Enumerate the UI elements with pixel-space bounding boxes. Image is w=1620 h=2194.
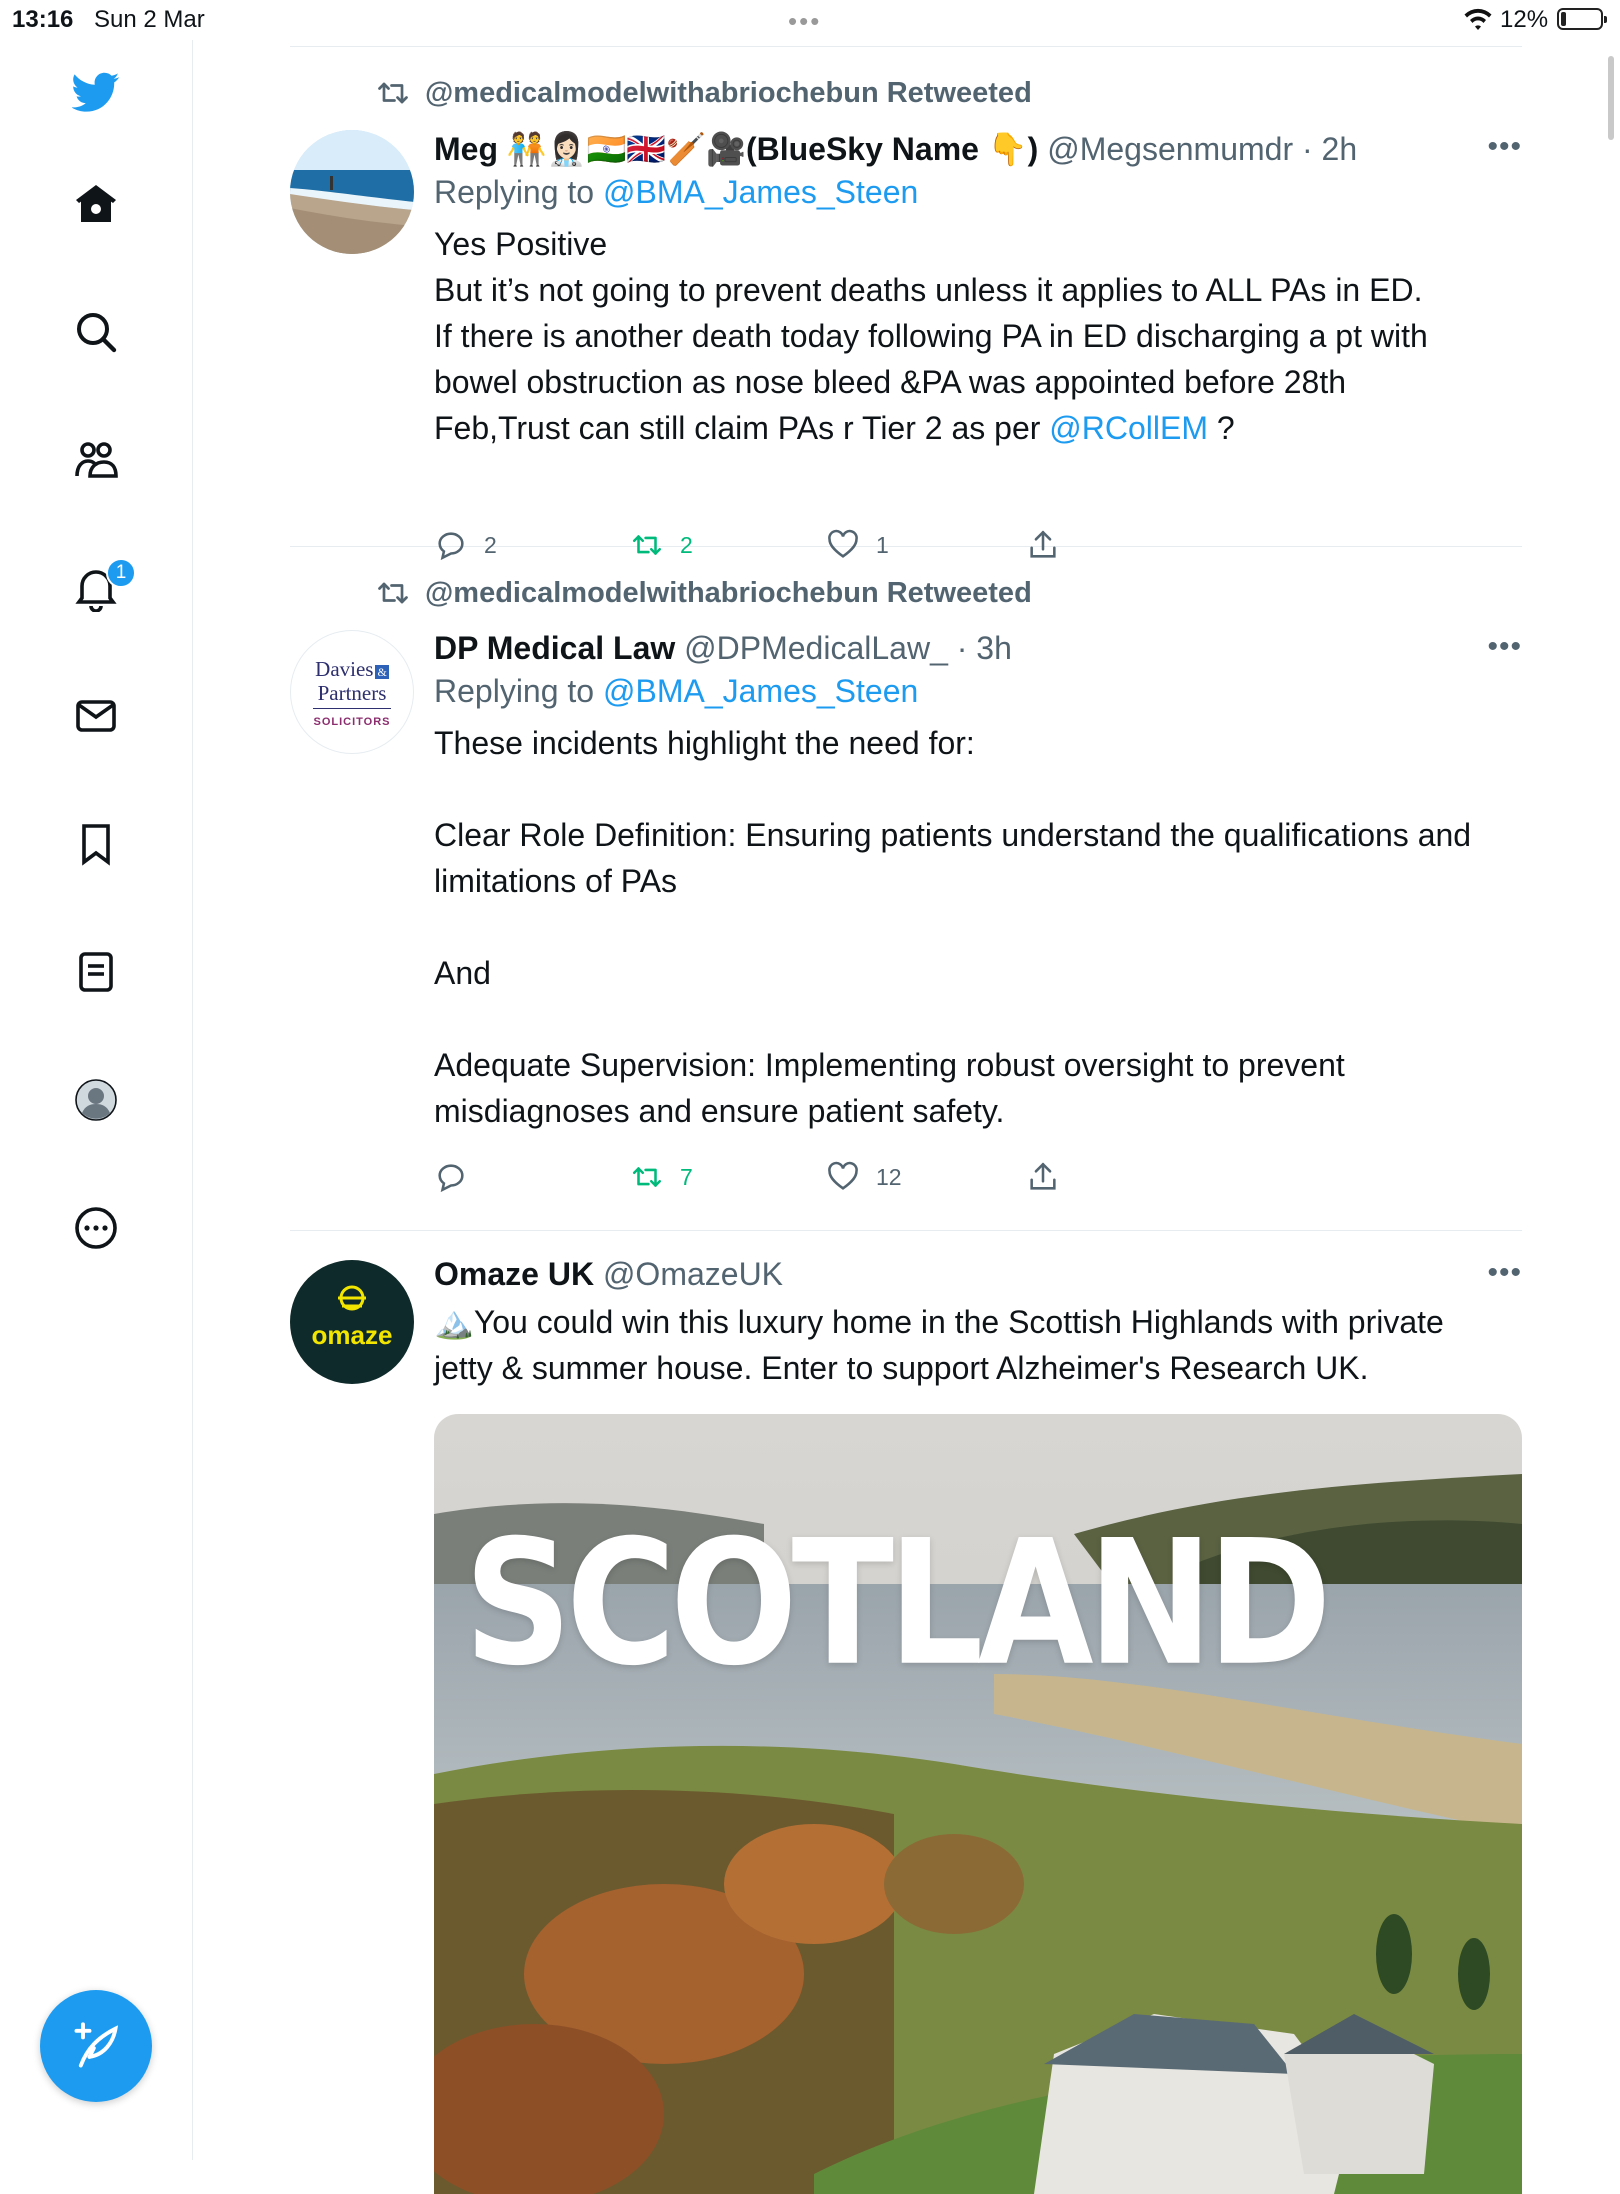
tweet-paragraph: Adequate Supervision: Implementing robus…: [434, 1047, 1345, 1129]
tweet-text: Yes Positive But it’s not going to preve…: [434, 221, 1522, 451]
retweeted-by-label[interactable]: @medicalmodelwithabriochebun Retweeted: [425, 577, 1032, 610]
user-avatar[interactable]: [290, 130, 414, 254]
replying-to: Replying to @BMA_James_Steen: [434, 673, 1522, 710]
tweet-text-line: Feb,Trust can still claim PAs r Tier 2 a…: [434, 410, 1050, 446]
replying-to-prefix: Replying to: [434, 174, 603, 210]
like-count: 12: [876, 1163, 902, 1190]
status-bar: 13:16 Sun 2 Mar ••• 12%: [0, 0, 1620, 40]
tweet-paragraph: Clear Role Definition: Ensuring patients…: [434, 817, 1472, 899]
author-handle-time[interactable]: @DPMedicalLaw_ · 3h: [684, 630, 1012, 666]
feed-divider: [290, 1230, 1522, 1231]
retweeted-by-label[interactable]: @medicalmodelwithabriochebun Retweeted: [425, 77, 1032, 110]
tweet-text-line: But it’s not going to prevent deaths unl…: [434, 272, 1423, 308]
retweet-context: @medicalmodelwithabriochebun Retweeted: [375, 76, 1032, 110]
author-name[interactable]: Meg 🧑‍🤝‍🧑👩🏻‍⚕️🇮🇳🇬🇧🏏🎥(BlueSky Name 👇): [434, 131, 1038, 167]
user-avatar[interactable]: Davies & Partners SOLICITORS: [290, 630, 414, 754]
more-options-icon[interactable]: [64, 1196, 128, 1260]
share-button[interactable]: [1026, 1160, 1060, 1194]
avatar-logo-text: Davies & Partners SOLICITORS: [291, 659, 413, 733]
status-time: 13:16: [12, 6, 74, 33]
tweet-actions: 2 2 1: [434, 528, 1114, 568]
like-button[interactable]: 1: [826, 528, 889, 562]
search-icon[interactable]: [64, 300, 128, 364]
retweet-count: 7: [680, 1163, 693, 1190]
user-avatar[interactable]: omaze: [290, 1260, 414, 1384]
feed-divider: [290, 46, 1522, 47]
wifi-icon: [1462, 6, 1494, 37]
notification-count-badge: 1: [106, 558, 136, 588]
tweet-header: DP Medical Law @DPMedicalLaw_ · 3h: [434, 630, 1522, 667]
compose-tweet-button[interactable]: [40, 1990, 152, 2102]
battery-percent: 12%: [1500, 6, 1549, 33]
sidebar-nav: 1: [0, 40, 193, 2160]
retweet-icon: [378, 82, 408, 104]
author-name[interactable]: Omaze UK: [434, 1256, 594, 1292]
retweet-count: 2: [680, 531, 693, 558]
status-date: Sun 2 Mar: [94, 6, 205, 33]
like-button[interactable]: 12: [826, 1160, 902, 1194]
multitasking-dots[interactable]: •••: [788, 6, 821, 37]
retweet-context: @medicalmodelwithabriochebun Retweeted: [375, 576, 1032, 610]
tweet-text-line: bowel obstruction as nose bleed &PA was …: [434, 364, 1347, 400]
replying-to: Replying to @BMA_James_Steen: [434, 174, 1522, 211]
profile-avatar-icon[interactable]: [64, 1068, 128, 1132]
tweet-text-line: jetty & summer house. Enter to support A…: [434, 1350, 1369, 1386]
replying-to-prefix: Replying to: [434, 673, 603, 709]
tweet-paragraph: And: [434, 955, 491, 991]
bookmarks-icon[interactable]: [64, 812, 128, 876]
tweet-text-line: If there is another death today followin…: [434, 318, 1428, 354]
retweet-icon: [378, 582, 408, 604]
avatar-logo-amp: &: [375, 665, 389, 679]
mountain-emoji: 🏔️: [434, 1304, 474, 1340]
home-icon[interactable]: [64, 172, 128, 236]
twitter-logo-icon[interactable]: [64, 60, 128, 124]
mention-link[interactable]: @RCollEM: [1049, 410, 1208, 446]
avatar-logo-line: Davies: [315, 657, 374, 681]
share-icon: [1030, 530, 1056, 558]
tweet-more-button[interactable]: •••: [1487, 630, 1522, 664]
tweet-text-line: You could win this luxury home in the Sc…: [473, 1304, 1444, 1340]
messages-icon[interactable]: [64, 684, 128, 748]
media-overlay-title: SCOTLAND: [464, 1504, 1332, 1705]
omaze-logo-text: omaze: [311, 1320, 393, 1350]
tweet-more-button[interactable]: •••: [1487, 130, 1522, 164]
tweet-paragraph: These incidents highlight the need for:: [434, 725, 975, 761]
author-handle-time[interactable]: @Megsenmumdr · 2h: [1047, 131, 1357, 167]
tweet-text: 🏔️You could win this luxury home in the …: [434, 1299, 1522, 1391]
reply-icon: [438, 1164, 464, 1193]
heart-icon: [828, 1161, 858, 1190]
retweet-button[interactable]: 2: [630, 528, 693, 562]
reply-count: 2: [484, 531, 497, 558]
communities-icon[interactable]: [64, 428, 128, 492]
retweet-button[interactable]: 7: [630, 1160, 693, 1194]
battery-icon: [1557, 8, 1607, 30]
share-button[interactable]: [1026, 528, 1060, 562]
author-handle[interactable]: @OmazeUK: [603, 1256, 783, 1292]
tweet-actions: 7 12: [434, 1160, 1114, 1200]
tweet-media-image[interactable]: SCOTLAND: [434, 1414, 1522, 2194]
reply-button[interactable]: [434, 1160, 484, 1194]
scrollbar[interactable]: [1608, 56, 1614, 140]
reply-button[interactable]: 2: [434, 528, 497, 562]
retweet-icon: [632, 535, 662, 555]
tweet-header: Omaze UK @OmazeUK: [434, 1256, 1522, 1293]
retweet-icon: [632, 1167, 662, 1187]
avatar-logo-line: SOLICITORS: [313, 708, 391, 733]
replying-to-link[interactable]: @BMA_James_Steen: [603, 673, 918, 709]
lists-icon[interactable]: [64, 940, 128, 1004]
author-name[interactable]: DP Medical Law: [434, 630, 675, 666]
reply-icon: [438, 532, 464, 561]
avatar-logo-line: Partners: [317, 681, 387, 705]
tweet-more-button[interactable]: •••: [1487, 1256, 1522, 1290]
tweet-text-line: Yes Positive: [434, 226, 608, 262]
tweet-text: These incidents highlight the need for: …: [434, 720, 1522, 1134]
tweet-text-suffix: ?: [1208, 410, 1235, 446]
heart-icon: [828, 529, 858, 558]
notifications-icon[interactable]: 1: [64, 556, 136, 620]
replying-to-link[interactable]: @BMA_James_Steen: [603, 174, 918, 210]
share-icon: [1030, 1162, 1056, 1190]
like-count: 1: [876, 531, 889, 558]
tweet-header: Meg 🧑‍🤝‍🧑👩🏻‍⚕️🇮🇳🇬🇧🏏🎥(BlueSky Name 👇) @Me…: [434, 130, 1522, 168]
